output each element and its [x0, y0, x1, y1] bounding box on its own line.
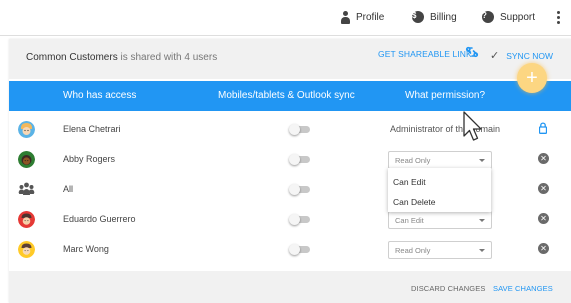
get-shareable-link-button[interactable]: GET SHAREABLE LINK [378, 49, 472, 59]
permission-select-value: Read Only [395, 246, 431, 255]
avatar-icon [18, 241, 35, 258]
shared-with-text: Common Customers is shared with 4 users [26, 52, 217, 63]
profile-label: Profile [356, 12, 385, 23]
chevron-down-icon [479, 249, 485, 252]
permission-select-value: Can Edit [395, 216, 424, 225]
sharing-panel: Common Customers is shared with 4 users … [9, 39, 571, 303]
profile-nav-item[interactable]: Profile [340, 11, 384, 24]
chevron-down-icon [479, 219, 485, 222]
sync-toggle[interactable] [289, 154, 311, 165]
group-icon [18, 182, 35, 195]
list-name: Common Customers [26, 52, 118, 63]
dollar-icon: $ [412, 11, 424, 23]
add-user-button[interactable]: + [517, 63, 547, 93]
check-icon: ✓ [490, 50, 500, 62]
avatar-icon [18, 211, 35, 228]
remove-user-icon[interactable]: ✕ [538, 213, 549, 224]
table-row: Marc Wong Read Only ✕ [9, 234, 571, 264]
user-name: Eduardo Guerrero [63, 214, 136, 224]
billing-nav-item[interactable]: $ Billing [412, 11, 457, 23]
person-icon [340, 11, 350, 24]
avatar-icon [18, 121, 35, 138]
user-name: Abby Rogers [63, 154, 116, 164]
remove-user-icon[interactable]: ✕ [538, 183, 549, 194]
remove-user-icon[interactable]: ✕ [538, 153, 549, 164]
user-name: Marc Wong [63, 244, 109, 254]
permission-dropdown-menu: Can Edit Can Delete [388, 168, 491, 212]
table-header: Who has access Mobiles/tablets & Outlook… [9, 81, 571, 111]
link-icon[interactable] [465, 46, 479, 58]
table-row: Elena Chetrari Administrator of the doma… [9, 114, 571, 144]
menu-item-can-edit[interactable]: Can Edit [393, 177, 426, 187]
user-name: Elena Chetrari [63, 124, 121, 134]
header-sync: Mobiles/tablets & Outlook sync [218, 90, 355, 101]
remove-user-icon[interactable]: ✕ [538, 243, 549, 254]
user-name: All [63, 184, 74, 194]
support-nav-item[interactable]: ? Support [482, 11, 535, 23]
shared-count-text: is shared with 4 users [117, 52, 218, 63]
more-menu-icon[interactable] [556, 11, 560, 24]
sync-toggle[interactable] [289, 124, 311, 135]
header-who-has-access: Who has access [63, 90, 137, 101]
sync-toggle[interactable] [289, 184, 311, 195]
sync-toggle[interactable] [289, 244, 311, 255]
permission-select[interactable]: Read Only [388, 151, 492, 169]
header-permission: What permission? [405, 90, 486, 101]
panel-header: Common Customers is shared with 4 users … [9, 39, 571, 79]
lock-icon[interactable] [539, 122, 547, 134]
sync-toggle[interactable] [289, 214, 311, 225]
menu-item-can-delete[interactable]: Can Delete [393, 197, 436, 207]
billing-label: Billing [430, 11, 457, 23]
top-nav: Profile $ Billing ? Support [0, 0, 571, 36]
discard-changes-button[interactable]: DISCARD CHANGES [411, 284, 485, 293]
support-label: Support [500, 11, 536, 23]
sync-now-button[interactable]: ✓ SYNC NOW [490, 49, 553, 62]
question-icon: ? [482, 11, 494, 23]
mouse-cursor-icon [463, 111, 482, 141]
permission-select[interactable]: Read Only [388, 241, 492, 259]
avatar-icon [18, 151, 35, 168]
sync-now-label: SYNC NOW [506, 50, 553, 61]
chevron-down-icon [479, 159, 485, 162]
panel-footer: DISCARD CHANGES SAVE CHANGES [9, 271, 571, 303]
permission-select-value: Read Only [395, 156, 431, 165]
save-changes-button[interactable]: SAVE CHANGES [493, 284, 553, 293]
permission-select[interactable]: Can Edit [388, 211, 492, 229]
